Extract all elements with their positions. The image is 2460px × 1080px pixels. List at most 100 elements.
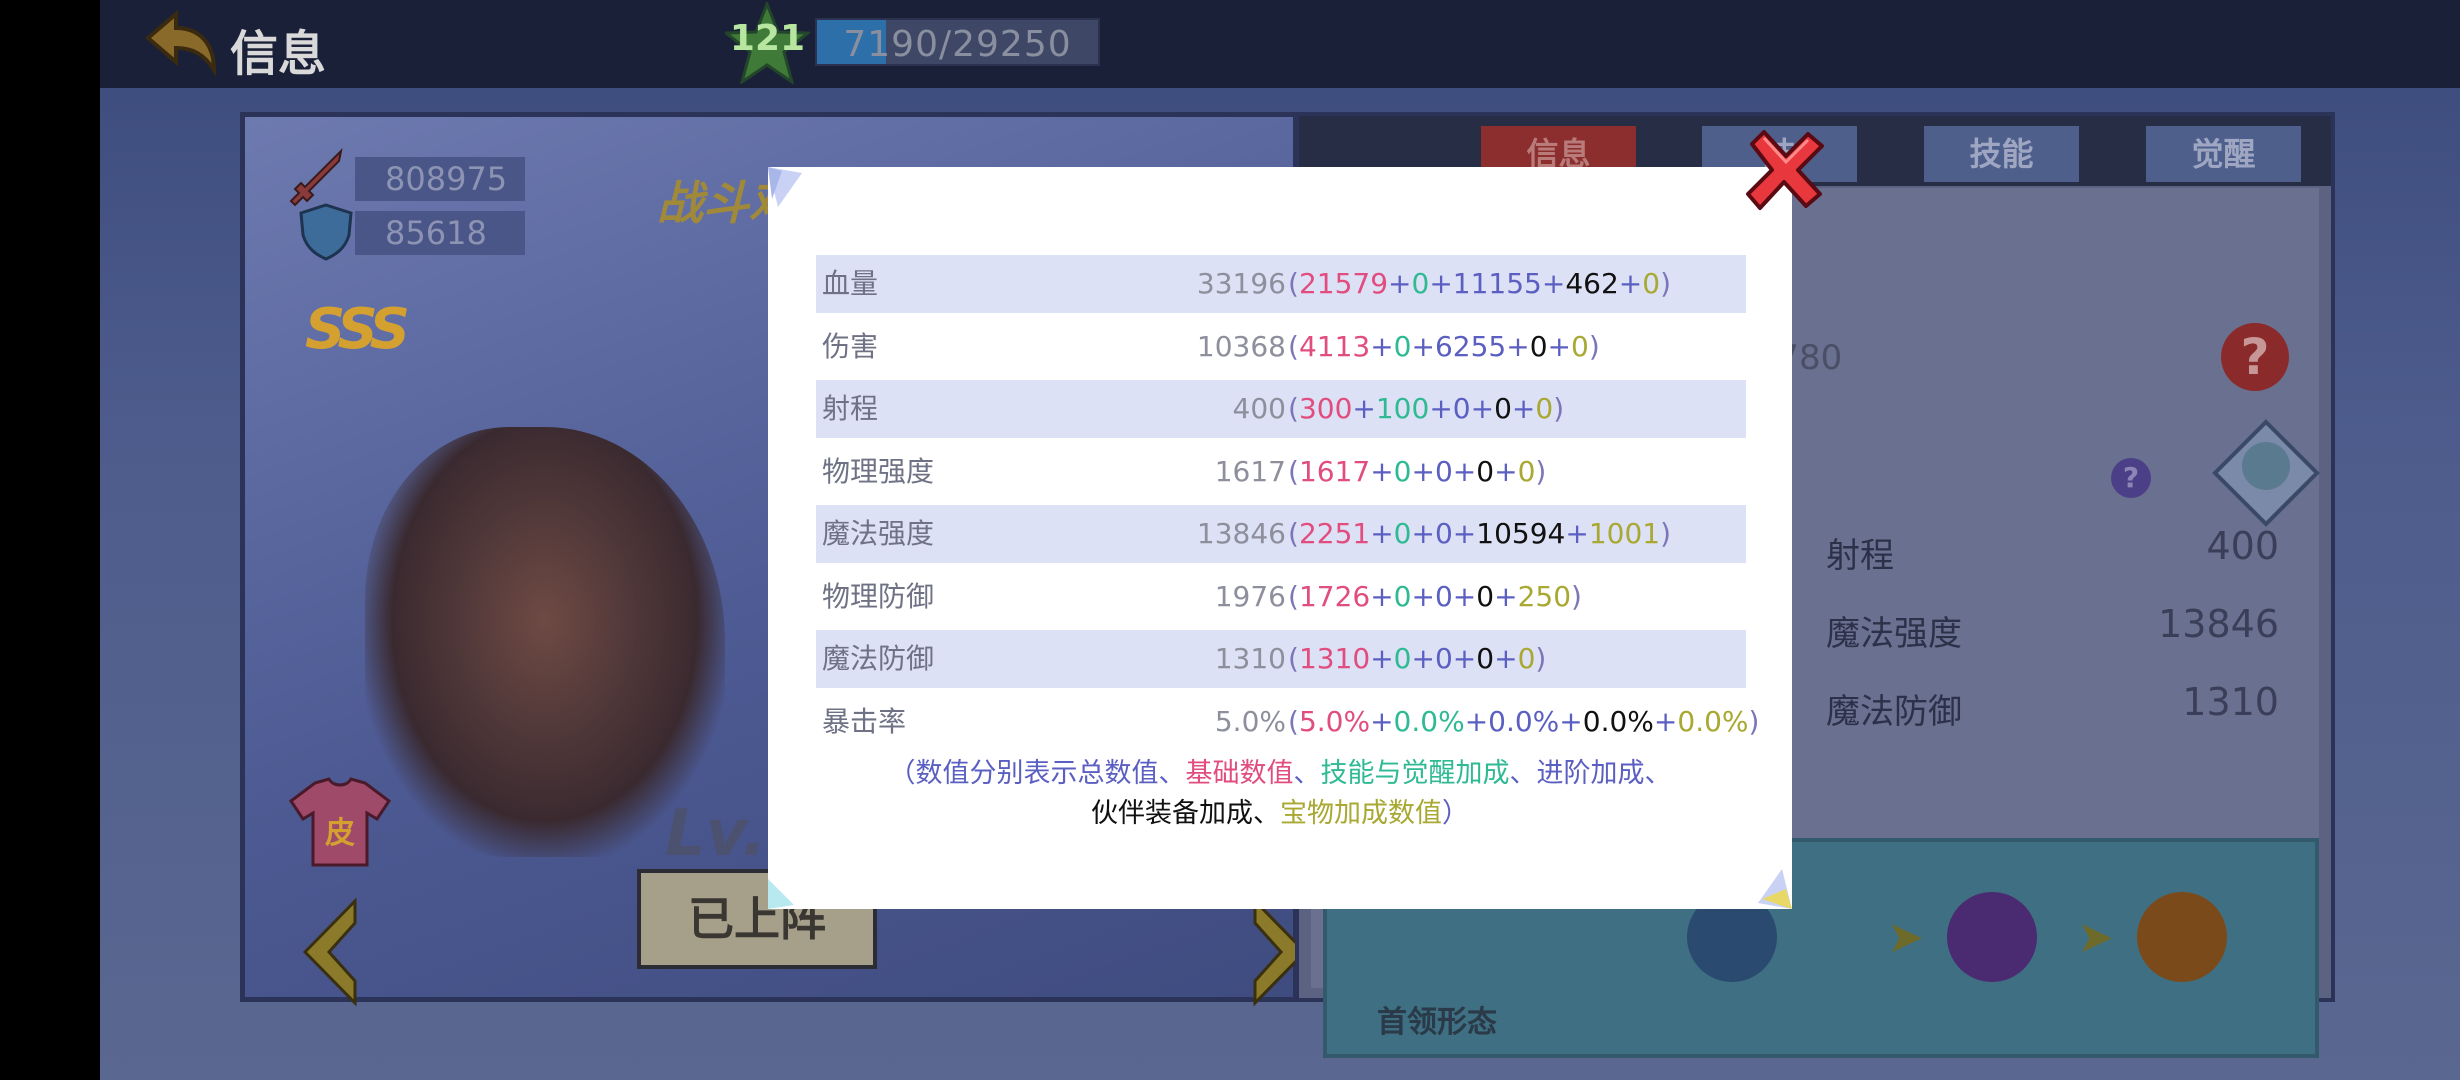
stat-total: 13846 xyxy=(1196,517,1286,550)
stat-name: 魔法防御 xyxy=(822,642,935,675)
stat-advance-bonus: 6255 xyxy=(1434,329,1507,363)
plus-sign: + xyxy=(1352,392,1376,425)
back-arrow-icon[interactable] xyxy=(140,8,220,78)
stat-name: 暴击率 xyxy=(822,704,907,738)
plus-sign: + xyxy=(1547,329,1571,363)
plus-sign: + xyxy=(1464,704,1489,738)
stat-base: 5.0% xyxy=(1298,704,1371,738)
stat-name: 射程 xyxy=(822,392,879,425)
stat-skill-bonus: 0 xyxy=(1393,329,1412,363)
legend-skill: 技能与觉醒加成 xyxy=(1320,758,1510,789)
top-bar: 信息 121 7190/29250 xyxy=(100,0,2460,88)
skin-shirt-icon[interactable]: 皮 xyxy=(285,777,395,867)
stat-row: 物理强度 1617 (1617+0+0+0+0) xyxy=(816,443,1746,501)
stat-name: 血量 xyxy=(822,267,879,300)
bg-stat-value-magic-power: 13846 xyxy=(2158,602,2279,646)
previous-hero-arrow-icon[interactable] xyxy=(295,897,365,1007)
stat-advance-bonus: 11155 xyxy=(1452,267,1542,300)
stat-partner-bonus: 0 xyxy=(1529,329,1548,363)
bg-stat-value-range: 400 xyxy=(2206,524,2279,568)
stat-breakdown: (2251+0+0+10594+1001) xyxy=(1288,505,1671,563)
stat-advance-bonus: 0 xyxy=(1434,454,1453,488)
plus-sign: + xyxy=(1370,454,1394,488)
sword-icon xyxy=(289,147,343,207)
paren-open: ( xyxy=(1288,704,1299,738)
stat-treasure-bonus: 0.0% xyxy=(1677,704,1749,738)
stat-treasure-bonus: 1001 xyxy=(1588,517,1661,550)
bg-stat-value-magic-defense: 1310 xyxy=(2182,680,2279,724)
plus-sign: + xyxy=(1370,517,1394,550)
legend-base: 基础数值 xyxy=(1185,758,1294,789)
plus-sign: + xyxy=(1370,329,1394,363)
help-button[interactable]: ? xyxy=(2221,323,2289,391)
plus-sign: + xyxy=(1511,392,1536,425)
legend-advance: 进阶加成 xyxy=(1536,758,1645,789)
plus-sign: + xyxy=(1452,517,1477,550)
stat-skill-bonus: 0 xyxy=(1393,579,1412,613)
plus-sign: + xyxy=(1494,454,1518,488)
shield-icon xyxy=(299,203,353,261)
stat-partner-bonus: 0 xyxy=(1476,454,1495,488)
evo-form-2-icon[interactable] xyxy=(1947,892,2037,982)
stat-treasure-bonus: 250 xyxy=(1517,579,1572,613)
stat-treasure-bonus: 0 xyxy=(1642,267,1661,300)
stat-skill-bonus: 0.0% xyxy=(1393,704,1465,738)
plus-sign: + xyxy=(1411,517,1435,550)
paren-close: ) xyxy=(1535,454,1547,488)
stat-treasure-bonus: 0 xyxy=(1571,329,1589,363)
stat-treasure-bonus: 0 xyxy=(1517,454,1536,488)
paren-close: ) xyxy=(1588,329,1600,363)
stat-breakdown: (300+100+0+0+0) xyxy=(1288,380,1564,438)
stat-base: 21579 xyxy=(1298,267,1389,300)
evo-form-3-icon[interactable] xyxy=(2137,892,2227,982)
legend-sep: 、 xyxy=(1644,758,1672,789)
evo-arrow-2-icon: ➤ xyxy=(2077,912,2114,963)
stat-total: 10368 xyxy=(1196,329,1286,363)
plus-sign: + xyxy=(1388,267,1412,300)
stat-base: 300 xyxy=(1298,392,1353,425)
paren-open: ( xyxy=(1288,454,1299,488)
legend: （数值分别表示总数值、基础数值、技能与觉醒加成、进阶加成、 伙伴装备加成、宝物加… xyxy=(768,754,1792,834)
plus-sign: + xyxy=(1411,642,1435,675)
stats-help-button[interactable]: ? xyxy=(2111,458,2151,498)
stat-partner-bonus: 0 xyxy=(1476,579,1495,613)
stage: 信息 121 7190/29250 808975 85618 SSS 战斗鸡 皮… xyxy=(0,0,2460,1080)
evo-arrow-1-icon: ➤ xyxy=(1887,912,1924,963)
stat-base: 1726 xyxy=(1298,579,1371,613)
legend-treasure: 宝物加成数值 xyxy=(1280,798,1442,829)
paren-open: ( xyxy=(1288,392,1299,425)
stat-base: 4113 xyxy=(1298,329,1371,363)
plus-sign: + xyxy=(1452,579,1477,613)
legend-partner: 伙伴装备加成 xyxy=(1091,798,1253,829)
plus-sign: + xyxy=(1411,454,1435,488)
stat-base: 1310 xyxy=(1298,642,1371,675)
corner-crystal-icon xyxy=(1758,869,1792,909)
stat-breakdown: (21579+0+11155+462+0) xyxy=(1288,255,1671,313)
plus-sign: + xyxy=(1506,329,1530,363)
tab-awaken[interactable]: 觉醒 xyxy=(2146,126,2301,182)
stat-total: 33196 xyxy=(1196,267,1286,300)
plus-sign: + xyxy=(1618,267,1643,300)
stat-skill-bonus: 0 xyxy=(1393,454,1412,488)
corner-crystal-icon xyxy=(768,879,794,909)
paren-close: ) xyxy=(1535,642,1547,675)
legend-sep: 、 xyxy=(1293,758,1321,789)
stat-total: 1976 xyxy=(1214,579,1286,613)
plus-sign: + xyxy=(1411,329,1435,363)
plus-sign: + xyxy=(1541,267,1566,300)
paren-open: ( xyxy=(1288,329,1299,363)
legend-sep: 、 xyxy=(1509,758,1537,789)
plus-sign: + xyxy=(1452,642,1477,675)
player-level: 121 xyxy=(729,18,806,59)
plus-sign: + xyxy=(1559,704,1583,738)
attack-value: 808975 xyxy=(355,157,525,201)
paren-open: ( xyxy=(1288,267,1299,300)
stat-row: 物理防御 1976 (1726+0+0+0+250) xyxy=(816,568,1746,626)
stat-skill-bonus: 100 xyxy=(1375,392,1430,425)
stat-breakdown: (1617+0+0+0+0) xyxy=(1288,443,1546,501)
close-icon[interactable] xyxy=(1742,128,1828,212)
paren-close: ) xyxy=(1660,517,1672,550)
rank-badge: SSS xyxy=(305,297,410,362)
evo-form-label: 首领形态 xyxy=(1377,1005,1497,1040)
tab-skills[interactable]: 技能 xyxy=(1924,126,2079,182)
